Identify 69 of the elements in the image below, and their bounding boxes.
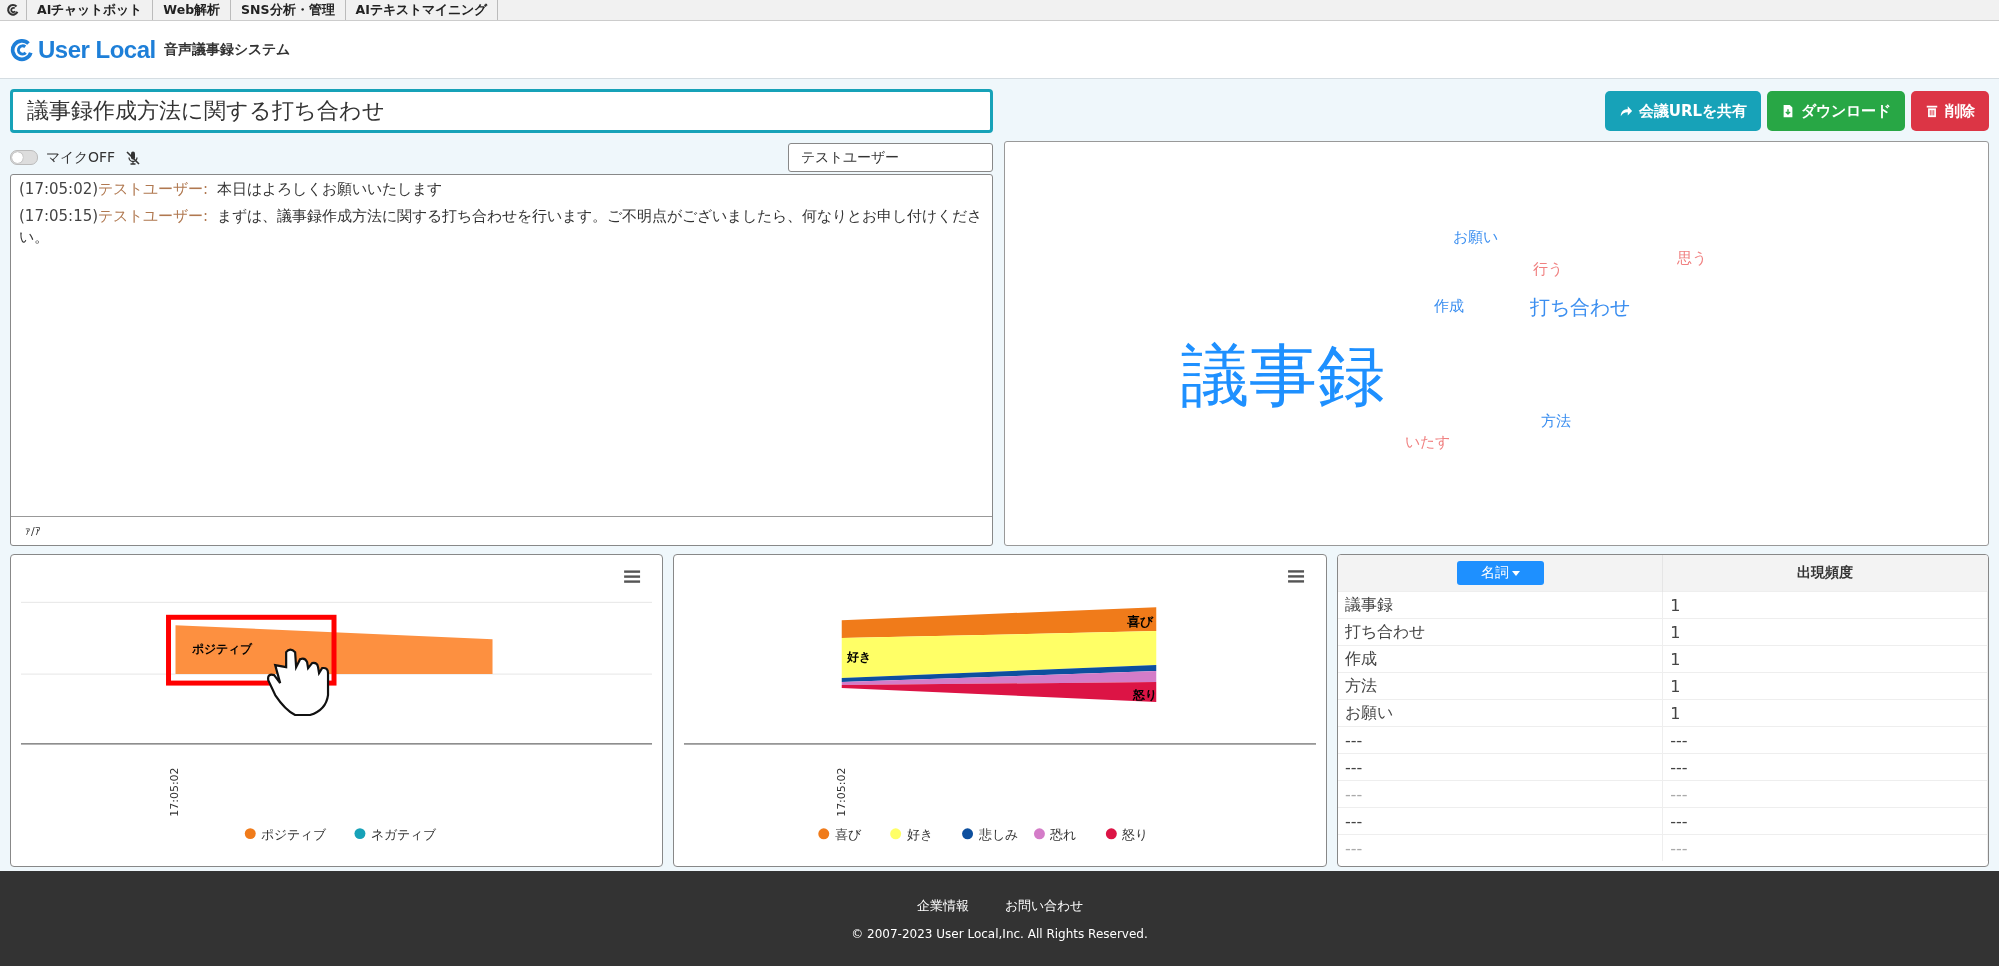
legend-label[interactable]: 恐れ — [1050, 826, 1077, 842]
axis-label: 17:05:02 — [834, 767, 848, 817]
table-cell: --- — [1662, 726, 1988, 754]
logo-icon — [10, 37, 34, 62]
table-cell: --- — [1662, 834, 1988, 861]
menu-icon[interactable] — [624, 570, 641, 583]
transcript-line: (17:05:15)テストユーザー: まずは、議事録作成方法に関する打ち合わせを行います。ご不明点がございましたら、何なりとお申し付けください。 — [19, 206, 983, 248]
nav-link[interactable]: Web解析 — [152, 0, 231, 20]
table-cell: --- — [1662, 807, 1988, 835]
logo-text: User Local — [38, 35, 156, 64]
cloud-word: 議事録 — [1181, 342, 1385, 410]
table-cell: --- — [1662, 753, 1988, 781]
cloud-word: 打ち合わせ — [1529, 297, 1630, 318]
mic-toggle[interactable] — [10, 150, 38, 165]
copyright-text: © 2007-2023 User Local,Inc. All Rights Reserved. — [851, 926, 1148, 941]
legend-label[interactable]: 悲しみ — [978, 826, 1018, 842]
menu-icon[interactable] — [1288, 570, 1305, 583]
table-cell: 1 — [1662, 618, 1988, 646]
table-cell: お願い — [1338, 699, 1663, 727]
nav-link[interactable]: AIテキストマイニング — [344, 0, 498, 20]
area-label: 怒り — [1133, 688, 1158, 702]
cloud-word: 行う — [1533, 262, 1563, 277]
table-cell: 作成 — [1338, 645, 1663, 673]
table-cell: 打ち合わせ — [1338, 618, 1663, 646]
area-label: ポジティブ — [192, 642, 253, 657]
hand-cursor-icon — [267, 648, 330, 717]
table-cell: --- — [1338, 780, 1663, 808]
legend-label[interactable]: 好き — [906, 826, 933, 842]
share-icon — [1618, 104, 1633, 118]
legend-label[interactable]: ポジティブ — [261, 826, 327, 842]
area-label: 喜び — [1127, 614, 1154, 630]
table-cell: 1 — [1662, 672, 1988, 700]
cloud-word: 思う — [1677, 250, 1707, 266]
mic-off-icon — [125, 149, 142, 166]
table-cell: 議事録 — [1338, 591, 1663, 619]
table-cell: --- — [1662, 780, 1988, 808]
footer-link[interactable]: お問い合わせ — [1004, 896, 1083, 915]
table-cell: 1 — [1662, 699, 1988, 727]
table-cell: 1 — [1662, 591, 1988, 619]
trash-icon — [1925, 104, 1939, 118]
transcript-line: (17:05:02)テストユーザー: 本日はよろしくお願いいたします — [19, 179, 443, 200]
table-cell: --- — [1338, 807, 1663, 835]
action-button[interactable]: 削除 — [1911, 91, 1989, 131]
legend-label[interactable]: 喜び — [834, 826, 861, 842]
footer-link[interactable]: 企業情報 — [916, 896, 969, 915]
cloud-word: お願い — [1453, 230, 1498, 245]
table-cell: --- — [1338, 834, 1663, 861]
column-header: 出現頻度 — [1662, 555, 1988, 592]
speaker-select[interactable]: テストユーザー — [788, 143, 993, 172]
font-size-toggle[interactable]: ｧ/ｱ — [25, 524, 41, 538]
area-label: 好き — [846, 650, 871, 665]
legend-label[interactable]: 怒り — [1122, 826, 1149, 842]
table-cell: --- — [1338, 726, 1663, 754]
logo-icon[interactable] — [6, 3, 20, 17]
nav-link[interactable]: SNS分析・管理 — [230, 0, 345, 20]
cloud-word: 方法 — [1541, 414, 1571, 429]
axis-label: 17:05:02 — [168, 767, 182, 817]
meeting-title-field[interactable]: 議事録作成方法に関する打ち合わせ — [10, 89, 993, 133]
table-cell: 方法 — [1338, 672, 1663, 700]
cloud-word: いたす — [1405, 434, 1450, 450]
caret-icon — [1511, 570, 1520, 576]
cloud-word: 作成 — [1433, 298, 1464, 314]
legend-label[interactable]: ネガティブ — [370, 826, 436, 842]
nav-link[interactable]: AIチャットボット — [26, 0, 153, 20]
download-icon — [1781, 104, 1795, 118]
table-cell: 1 — [1662, 645, 1988, 673]
product-name: 音声議事録システム — [163, 40, 290, 59]
mic-label: マイクOFF — [46, 148, 116, 167]
table-cell: --- — [1338, 753, 1663, 781]
